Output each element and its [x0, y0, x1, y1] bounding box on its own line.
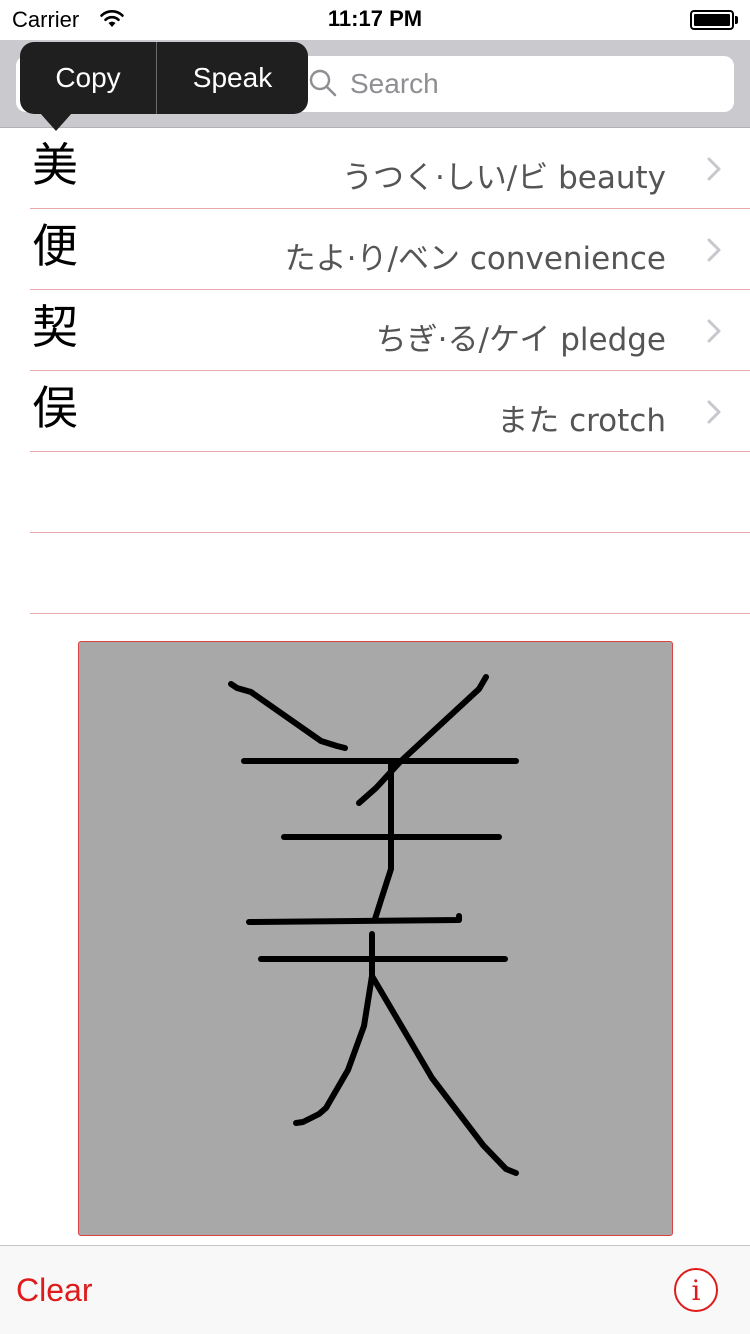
- results-list: 美 うつく·しい/ビ beauty 便 たよ·り/ベン convenience …: [0, 128, 750, 614]
- result-kanji: 契: [32, 300, 78, 354]
- edit-menu-popup: Copy Speak: [20, 42, 308, 114]
- info-icon[interactable]: i: [674, 1268, 718, 1312]
- result-detail: うつく·しい/ビ beauty: [341, 160, 666, 196]
- bottom-toolbar: Clear i: [0, 1245, 750, 1334]
- chevron-right-icon: [707, 238, 721, 262]
- clear-button[interactable]: Clear: [16, 1272, 92, 1309]
- result-detail: ちぎ·る/ケイ pledge: [375, 322, 666, 358]
- search-icon: [309, 69, 337, 97]
- search-input[interactable]: [350, 56, 720, 112]
- clock: 11:17 PM: [327, 6, 423, 31]
- empty-row: [30, 533, 750, 614]
- battery-icon: [690, 10, 738, 30]
- chevron-right-icon: [707, 400, 721, 424]
- chevron-right-icon: [707, 319, 721, 343]
- result-row[interactable]: 便 たよ·り/ベン convenience: [30, 209, 750, 290]
- result-detail: また crotch: [497, 403, 666, 439]
- copy-menu-item[interactable]: Copy: [20, 42, 157, 114]
- result-kanji: 俣: [32, 381, 78, 435]
- status-bar: Carrier 11:17 PM: [0, 0, 750, 40]
- result-row[interactable]: 契 ちぎ·る/ケイ pledge: [30, 290, 750, 371]
- handwriting-canvas[interactable]: [78, 641, 673, 1236]
- chevron-right-icon: [707, 157, 721, 181]
- speak-menu-item[interactable]: Speak: [157, 42, 308, 114]
- result-row[interactable]: 美 うつく·しい/ビ beauty: [30, 128, 750, 209]
- handwritten-strokes: [228, 674, 519, 1176]
- result-detail: たよ·り/ベン convenience: [284, 241, 666, 277]
- result-kanji: 便: [32, 219, 78, 273]
- result-row[interactable]: 俣 また crotch: [30, 371, 750, 452]
- info-glyph: i: [691, 1273, 701, 1307]
- result-kanji: 美: [32, 138, 78, 192]
- empty-row: [30, 452, 750, 533]
